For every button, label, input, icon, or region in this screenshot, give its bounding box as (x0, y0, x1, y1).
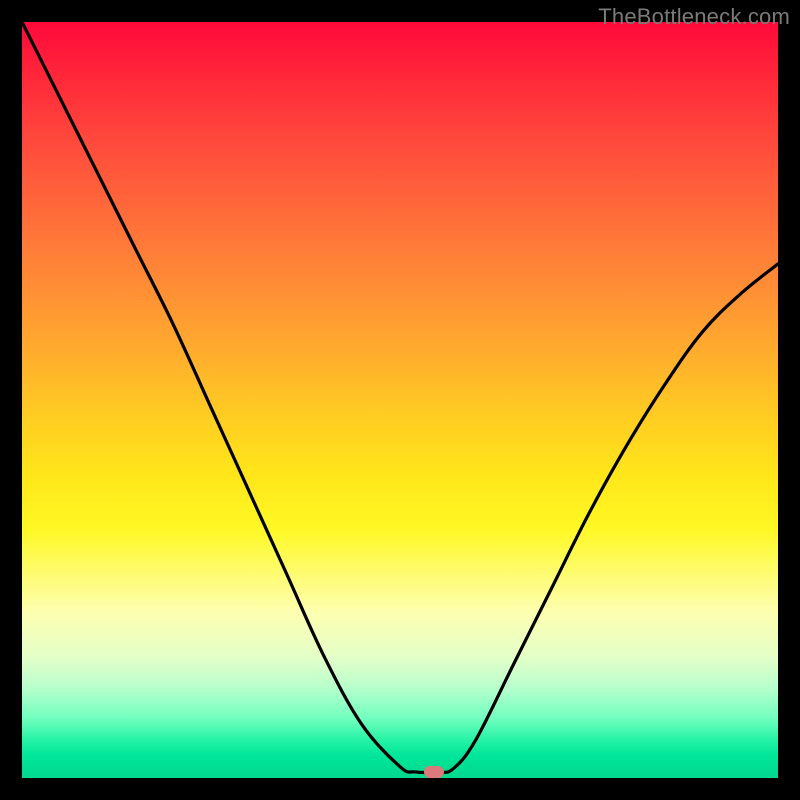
plot-area (22, 22, 778, 778)
curve-path (22, 22, 778, 773)
chart-frame: TheBottleneck.com (0, 0, 800, 800)
selected-point-marker (424, 766, 444, 778)
watermark-text: TheBottleneck.com (598, 4, 790, 30)
bottleneck-curve (22, 22, 778, 778)
